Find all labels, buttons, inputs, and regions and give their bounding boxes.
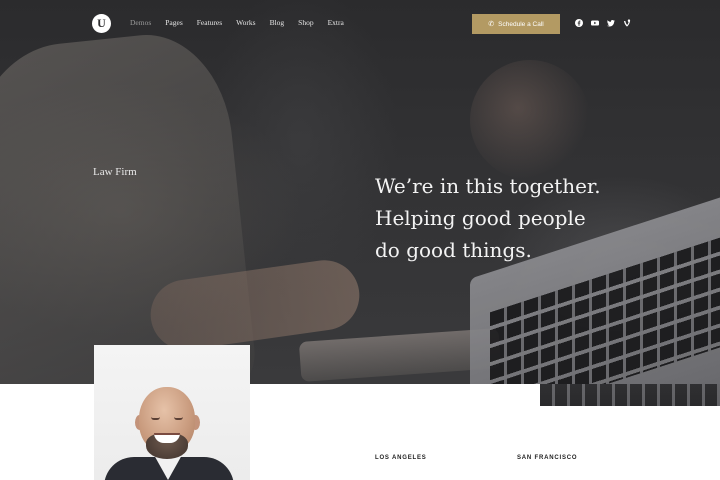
menu-item-pages[interactable]: Pages [165, 18, 183, 27]
menu-item-shop[interactable]: Shop [298, 18, 313, 27]
twitter-icon[interactable] [607, 19, 615, 27]
office-san-francisco: SAN FRANCISCO [517, 455, 578, 461]
main-menu: Demos Pages Features Works Blog Shop Ext… [130, 18, 358, 27]
site-logo[interactable]: U [92, 14, 111, 33]
headline-line-3: do good things. [375, 238, 532, 262]
office-los-angeles: LOS ANGELES [375, 455, 427, 461]
menu-item-demos[interactable]: Demos [130, 18, 151, 27]
logo-letter: U [97, 16, 106, 30]
content-panel [250, 384, 540, 408]
social-links [575, 19, 631, 27]
hero-eyebrow: Law Firm [93, 166, 137, 178]
schedule-call-label: Schedule a Call [498, 20, 544, 28]
headline-line-2: Helping good people [375, 206, 586, 230]
phone-icon: ✆ [488, 20, 495, 28]
hero-photo-continuation [540, 384, 720, 406]
vine-icon[interactable] [623, 19, 631, 27]
schedule-call-button[interactable]: ✆ Schedule a Call [472, 14, 560, 34]
laptop-keyboard-edge [540, 384, 720, 406]
hero-photo-hand [470, 60, 590, 180]
menu-item-blog[interactable]: Blog [270, 18, 285, 27]
menu-item-extra[interactable]: Extra [328, 18, 344, 27]
menu-item-features[interactable]: Features [197, 18, 222, 27]
hero-headline: We’re in this together. Helping good peo… [375, 170, 675, 266]
menu-item-works[interactable]: Works [236, 18, 255, 27]
hero-section: Law Firm We’re in this together. Helping… [0, 0, 720, 384]
top-navigation: U Demos Pages Features Works Blog Shop E… [0, 0, 720, 48]
attorney-portrait [94, 345, 250, 480]
facebook-icon[interactable] [575, 19, 583, 27]
youtube-icon[interactable] [591, 19, 599, 27]
headline-line-1: We’re in this together. [375, 174, 601, 198]
